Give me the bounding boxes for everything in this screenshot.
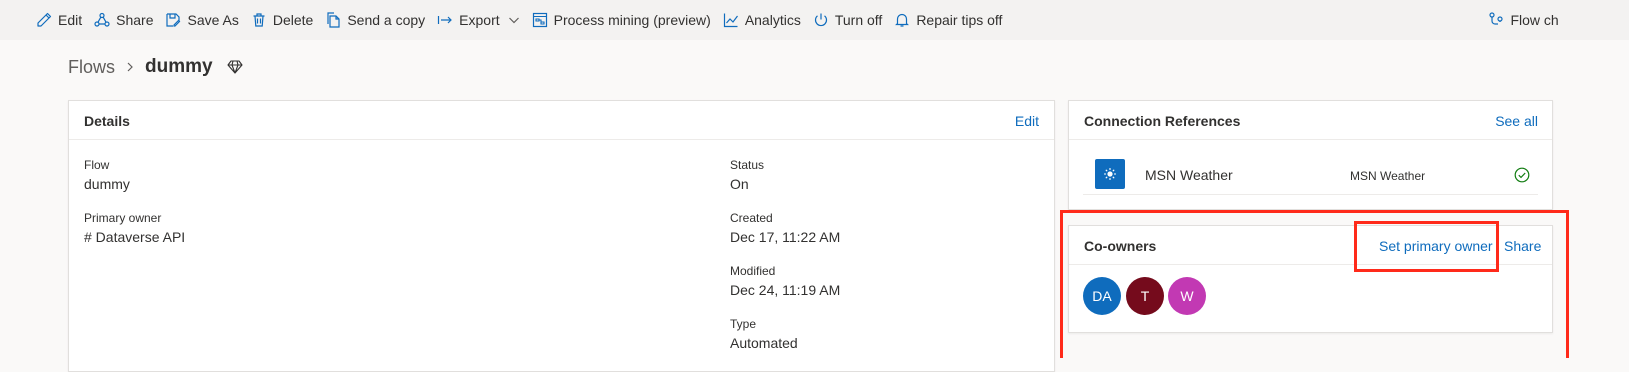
edit-button-label: Edit xyxy=(58,12,83,28)
connection-connector: MSN Weather xyxy=(1350,169,1426,183)
breadcrumb-flows-link[interactable]: Flows xyxy=(68,57,115,78)
trash-icon xyxy=(253,13,265,27)
breadcrumb: Flows dummy xyxy=(68,56,243,78)
set-primary-owner-link[interactable]: Set primary owner xyxy=(1379,238,1493,254)
bell-icon xyxy=(895,13,910,27)
process-mining-icon xyxy=(532,12,547,28)
process-mining-button-label: Process mining (preview) xyxy=(553,12,711,28)
save-as-button-label: Save As xyxy=(187,12,239,28)
status-value: On xyxy=(730,176,749,192)
flow-label: Flow xyxy=(84,158,110,172)
created-label: Created xyxy=(730,211,773,225)
co-owners-title: Co-owners xyxy=(1084,238,1157,254)
connection-row[interactable]: MSN Weather MSN Weather xyxy=(1083,146,1538,195)
flow-checker-button-label: Flow ch xyxy=(1510,12,1559,28)
turn-off-button[interactable]: Turn off xyxy=(807,0,888,40)
export-dropdown-label: Export xyxy=(459,12,500,28)
modified-label: Modified xyxy=(730,264,776,278)
modified-value: Dec 24, 11:19 AM xyxy=(730,282,841,298)
details-edit-link[interactable]: Edit xyxy=(1015,113,1039,129)
flow-checker-button[interactable]: Flow ch xyxy=(1482,0,1564,40)
power-icon xyxy=(814,13,827,27)
copy-icon xyxy=(327,12,340,28)
avatar[interactable]: W xyxy=(1168,277,1206,315)
co-owners-share-link[interactable]: Share xyxy=(1504,238,1541,254)
primary-owner-value: # Dataverse API xyxy=(84,229,186,245)
details-card-title: Details xyxy=(84,113,130,129)
repair-tips-button-label: Repair tips off xyxy=(916,12,1003,28)
process-mining-button[interactable]: Process mining (preview) xyxy=(526,0,717,40)
share-button[interactable]: Share xyxy=(88,0,159,40)
status-label: Status xyxy=(730,158,765,172)
co-owners-header: Co-owners Set primary owner Share xyxy=(1069,226,1552,265)
type-label: Type xyxy=(730,317,757,331)
flow-checker-icon xyxy=(1489,12,1504,25)
edit-button[interactable]: Edit xyxy=(30,0,88,40)
save-as-button[interactable]: Save As xyxy=(159,0,244,40)
premium-diamond-icon xyxy=(227,59,243,75)
check-circle-icon xyxy=(1514,167,1530,183)
type-value: Automated xyxy=(730,335,798,351)
export-arrow-icon xyxy=(438,16,453,24)
see-all-link[interactable]: See all xyxy=(1495,113,1538,129)
sun-icon xyxy=(1095,159,1125,189)
flow-value: dummy xyxy=(84,176,130,192)
primary-owner-label: Primary owner xyxy=(84,211,162,225)
avatar-initials: W xyxy=(1180,288,1194,304)
pencil-icon xyxy=(37,12,52,27)
details-card-header: Details Edit xyxy=(69,101,1054,140)
share-icon xyxy=(94,12,110,27)
export-dropdown[interactable]: Export xyxy=(431,0,525,40)
avatar[interactable]: T xyxy=(1126,277,1164,315)
analytics-button[interactable]: Analytics xyxy=(717,0,807,40)
repair-tips-button[interactable]: Repair tips off xyxy=(888,0,1008,40)
details-card: Details Edit Flow dummy Primary owner # … xyxy=(68,100,1055,372)
connection-references-card: Connection References See all MSN Weathe… xyxy=(1068,100,1553,210)
delete-button[interactable]: Delete xyxy=(245,0,319,40)
command-bar: Edit Share Save As Delete Send a copy Ex… xyxy=(0,0,1629,40)
connection-name: MSN Weather xyxy=(1145,167,1233,183)
created-value: Dec 17, 11:22 AM xyxy=(730,229,841,245)
delete-button-label: Delete xyxy=(272,12,314,28)
send-a-copy-button[interactable]: Send a copy xyxy=(319,0,431,40)
connection-references-title: Connection References xyxy=(1084,113,1241,129)
send-a-copy-button-label: Send a copy xyxy=(347,12,426,28)
connection-references-header: Connection References See all xyxy=(1069,101,1552,140)
chevron-down-icon xyxy=(508,17,519,24)
turn-off-button-label: Turn off xyxy=(834,12,883,28)
save-as-icon xyxy=(166,13,181,27)
avatar[interactable]: DA xyxy=(1083,277,1121,315)
chart-line-icon xyxy=(723,13,738,28)
chevron-right-icon xyxy=(125,62,135,72)
analytics-button-label: Analytics xyxy=(744,12,801,28)
breadcrumb-current-flow: dummy xyxy=(145,56,213,77)
avatar-initials: DA xyxy=(1092,288,1112,304)
share-button-label: Share xyxy=(116,12,154,28)
avatar-initials: T xyxy=(1140,288,1150,304)
